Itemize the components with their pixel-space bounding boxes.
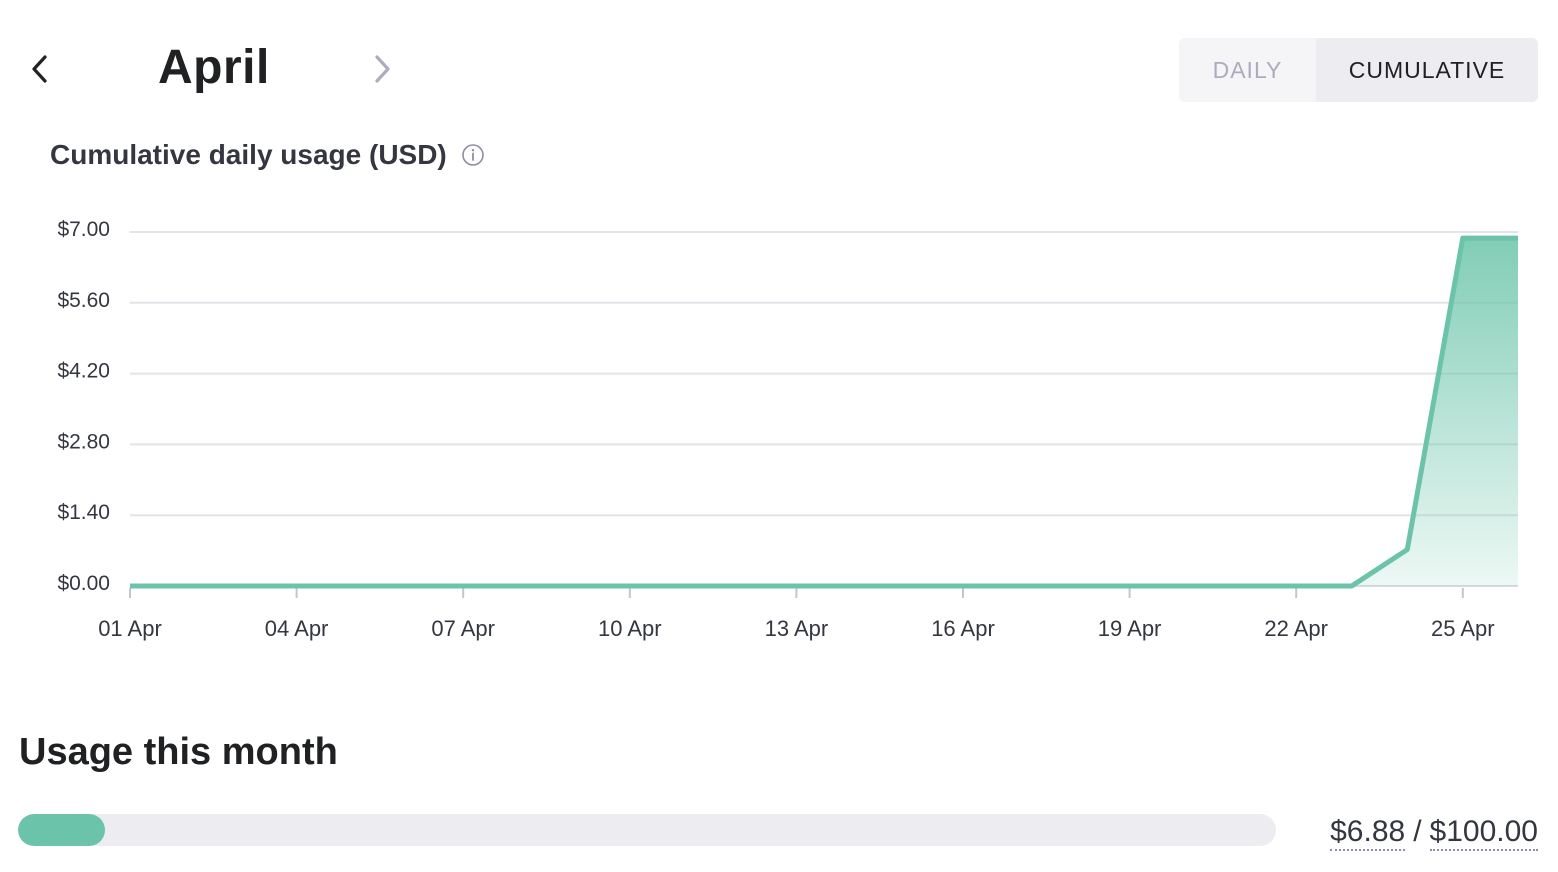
previous-month-button[interactable]	[16, 44, 64, 94]
y-axis-ticks: $0.00 $1.40 $2.80 $4.20 $5.60 $7.00	[57, 218, 110, 595]
daily-toggle-button[interactable]: DAILY	[1179, 38, 1316, 102]
y-tick-label: $7.00	[57, 218, 110, 241]
x-tick-label: 01 Apr	[98, 616, 162, 641]
chart-gridlines	[130, 231, 1518, 587]
view-toggle: DAILY CUMULATIVE	[1179, 38, 1538, 102]
x-axis-ticks: 01 Apr 04 Apr 07 Apr 10 Apr 13 Apr 16 Apr 19 A…	[98, 588, 1495, 641]
series-area	[130, 238, 1518, 586]
x-tick-label: 13 Apr	[765, 616, 829, 641]
chart-title: Cumulative daily usage (USD)	[50, 139, 447, 170]
x-tick-label: 07 Apr	[431, 616, 495, 641]
chevron-right-icon	[375, 55, 390, 83]
usage-limit-value[interactable]: $100.00	[1429, 815, 1538, 851]
y-tick-label: $1.40	[57, 501, 110, 524]
y-tick-label: $2.80	[57, 430, 110, 453]
chart-title-row: Cumulative daily usage (USD)	[50, 135, 485, 175]
x-tick-label: 22 Apr	[1264, 616, 1328, 641]
x-tick-label: 16 Apr	[931, 616, 995, 641]
month-title: April	[158, 41, 270, 94]
y-tick-label: $5.60	[57, 289, 110, 312]
info-icon[interactable]	[461, 143, 485, 167]
x-tick-label: 04 Apr	[265, 616, 329, 641]
chart-series	[130, 235, 1518, 589]
cumulative-toggle-button[interactable]: CUMULATIVE	[1316, 38, 1538, 102]
series-line	[130, 235, 1518, 589]
usage-section-title: Usage this month	[19, 731, 338, 773]
usage-progress-track	[18, 814, 1276, 846]
next-month-button[interactable]	[358, 44, 406, 94]
x-tick-label: 10 Apr	[598, 616, 662, 641]
usage-page: April DAILY CUMULATIVE Cumulative daily …	[0, 0, 1558, 872]
usage-used-value[interactable]: $6.88	[1330, 815, 1406, 851]
y-tick-label: $4.20	[57, 360, 110, 383]
x-tick-label: 25 Apr	[1431, 616, 1495, 641]
y-tick-label: $0.00	[57, 572, 110, 595]
usage-amount: $6.88/$100.00	[1330, 810, 1538, 854]
usage-progress-fill	[18, 814, 105, 846]
usage-separator: /	[1413, 815, 1422, 848]
x-tick-label: 19 Apr	[1098, 616, 1162, 641]
cumulative-usage-chart: $0.00 $1.40 $2.80 $4.20 $5.60 $7.00 01 Apr 04 …	[57, 218, 1518, 641]
chevron-left-icon	[32, 55, 47, 83]
